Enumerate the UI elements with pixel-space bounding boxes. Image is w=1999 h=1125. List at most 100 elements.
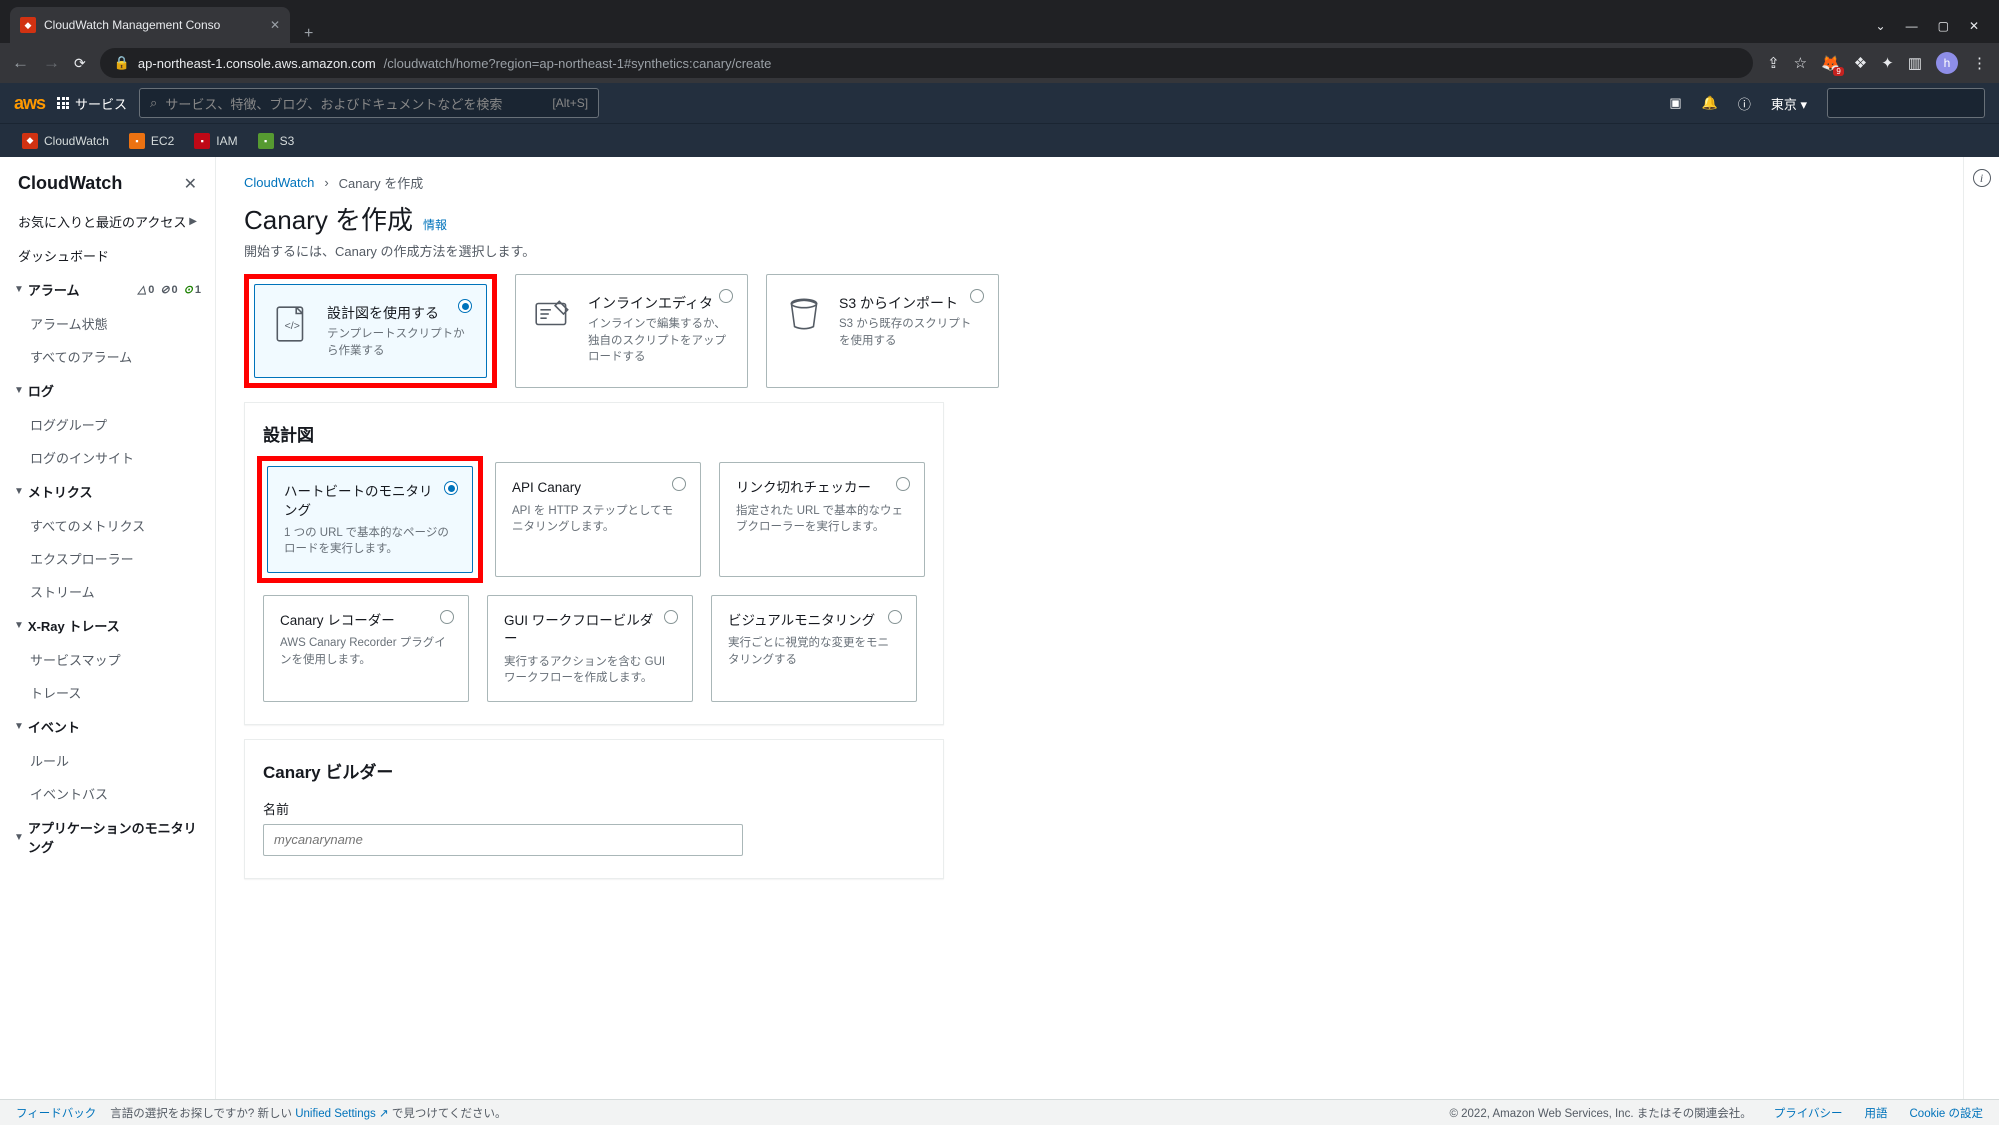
- sidebar-item-log-insights[interactable]: ログのインサイト: [0, 441, 215, 474]
- method-card-desc: S3 から既存のスクリプトを使用する: [839, 316, 980, 349]
- bp-card-recorder[interactable]: Canary レコーダー AWS Canary Recorder プラグインを使…: [263, 595, 469, 702]
- inline-editor-icon: [532, 293, 574, 335]
- aws-logo[interactable]: aws: [14, 93, 45, 114]
- sidebar-item-all-metrics[interactable]: すべてのメトリクス: [0, 509, 215, 542]
- profile-avatar[interactable]: h: [1936, 52, 1958, 74]
- extensions-puzzle-icon[interactable]: ✦: [1881, 54, 1894, 72]
- sidebar-item-log-groups[interactable]: ロググループ: [0, 408, 215, 441]
- fav-cloudwatch[interactable]: ◆CloudWatch: [14, 133, 117, 149]
- bp-desc: AWS Canary Recorder プラグインを使用します。: [280, 635, 452, 668]
- minimize-icon[interactable]: —: [1906, 19, 1918, 33]
- new-tab-button[interactable]: +: [290, 25, 327, 43]
- search-hint: [Alt+S]: [552, 96, 588, 110]
- bp-card-broken-link[interactable]: リンク切れチェッカー 指定された URL で基本的なウェブクローラーを実行します…: [719, 462, 925, 577]
- canary-builder-panel: Canary ビルダー 名前: [244, 739, 944, 879]
- tab-close-icon[interactable]: ✕: [270, 18, 280, 32]
- extension-firefox-icon[interactable]: 🦊9: [1821, 54, 1840, 72]
- notifications-icon[interactable]: 🔔: [1702, 95, 1718, 111]
- fav-ec2[interactable]: ▪EC2: [121, 133, 182, 149]
- forward-button[interactable]: →: [43, 53, 60, 73]
- bp-title: API Canary: [512, 479, 684, 497]
- help-icon[interactable]: ⓘ: [1738, 94, 1751, 113]
- terms-link[interactable]: 用語: [1865, 1105, 1888, 1121]
- bp-card-api[interactable]: API Canary API を HTTP ステップとしてモニタリングします。: [495, 462, 701, 577]
- sidebar-item-traces[interactable]: トレース: [0, 676, 215, 709]
- bp-title: ビジュアルモニタリング: [728, 612, 900, 630]
- fav-iam[interactable]: ▪IAM: [186, 133, 245, 149]
- sidebar-item-streams[interactable]: ストリーム: [0, 575, 215, 608]
- footer-lang-text: 言語の選択をお探しですか? 新しい Unified Settings ↗ で見つ…: [110, 1105, 506, 1121]
- fav-s3[interactable]: ▪S3: [250, 133, 303, 149]
- back-button[interactable]: ←: [12, 53, 29, 73]
- sidebar-item-dashboard[interactable]: ダッシュボード: [0, 239, 215, 272]
- close-window-icon[interactable]: ✕: [1969, 19, 1979, 33]
- blueprint-panel-title: 設計図: [263, 421, 925, 446]
- sidebar-section-metrics[interactable]: ▼メトリクス: [0, 474, 215, 509]
- extension-icon[interactable]: ❖: [1854, 54, 1867, 72]
- svg-text:</>: </>: [285, 320, 300, 332]
- breadcrumb-root[interactable]: CloudWatch: [244, 175, 314, 190]
- sidebar-item-explorer[interactable]: エクスプローラー: [0, 542, 215, 575]
- region-selector[interactable]: 東京 ▾: [1771, 94, 1807, 113]
- feedback-link[interactable]: フィードバック: [16, 1105, 96, 1121]
- reload-button[interactable]: ⟳: [74, 55, 86, 72]
- sidebar-item-event-bus[interactable]: イベントバス: [0, 777, 215, 810]
- footer: フィードバック 言語の選択をお探しですか? 新しい Unified Settin…: [0, 1099, 1999, 1125]
- browser-tabstrip: ◆ CloudWatch Management Conso ✕ + ⌄ — ▢ …: [0, 0, 1999, 43]
- info-link[interactable]: 情報: [423, 216, 447, 233]
- share-icon[interactable]: ⇪: [1767, 54, 1780, 72]
- aws-favorites-bar: ◆CloudWatch ▪EC2 ▪IAM ▪S3: [0, 123, 1999, 157]
- bp-card-heartbeat[interactable]: ハートビートのモニタリング 1 つの URL で基本的なページのロードを実行しま…: [267, 466, 473, 573]
- chevron-down-icon[interactable]: ⌄: [1876, 19, 1886, 33]
- address-bar[interactable]: 🔒 ap-northeast-1.console.aws.amazon.com/…: [100, 48, 1753, 78]
- sidebar-section-events[interactable]: ▼イベント: [0, 709, 215, 744]
- maximize-icon[interactable]: ▢: [1938, 19, 1949, 33]
- privacy-link[interactable]: プライバシー: [1774, 1105, 1843, 1121]
- method-card-inline[interactable]: インラインエディタ インラインで編集するか、独自のスクリプトをアップロードする: [515, 274, 748, 388]
- sidebar-close-icon[interactable]: ✕: [184, 174, 197, 194]
- aws-search[interactable]: ⌕ サービス、特徴、ブログ、およびドキュメントなどを検索 [Alt+S]: [139, 88, 599, 118]
- cookie-link[interactable]: Cookie の設定: [1910, 1105, 1984, 1121]
- method-card-blueprint[interactable]: </> 設計図を使用する テンプレートスクリプトから作業する: [254, 284, 487, 378]
- sidebar-section-appmon[interactable]: ▼アプリケーションのモニタリング: [0, 810, 215, 864]
- method-card-s3[interactable]: S3 からインポート S3 から既存のスクリプトを使用する: [766, 274, 999, 388]
- sidebar-item-all-alarms[interactable]: すべてのアラーム: [0, 340, 215, 373]
- bp-desc: API を HTTP ステップとしてモニタリングします。: [512, 503, 684, 536]
- sidebar-item-recent[interactable]: お気に入りと最近のアクセス ▶: [0, 204, 215, 239]
- chevron-right-icon: ›: [324, 175, 328, 190]
- sidebar-item-alarm-state[interactable]: アラーム状態: [0, 307, 215, 340]
- services-label: サービス: [75, 94, 127, 113]
- blueprint-doc-icon: </>: [271, 303, 313, 345]
- tab-title: CloudWatch Management Conso: [44, 18, 220, 32]
- browser-tab[interactable]: ◆ CloudWatch Management Conso ✕: [10, 7, 290, 43]
- cloudwatch-icon: ◆: [22, 133, 38, 149]
- chevron-right-icon: ▶: [189, 216, 197, 227]
- sidebar-item-rules[interactable]: ルール: [0, 744, 215, 777]
- star-icon[interactable]: ☆: [1794, 54, 1807, 72]
- side-panel-icon[interactable]: ▥: [1908, 54, 1922, 72]
- page-desc: 開始するには、Canary の作成方法を選択します。: [244, 241, 1935, 260]
- name-label: 名前: [263, 799, 925, 818]
- bp-card-gui-workflow[interactable]: GUI ワークフロービルダー 実行するアクションを含む GUI ワークフローを作…: [487, 595, 693, 702]
- breadcrumb: CloudWatch › Canary を作成: [244, 173, 1935, 192]
- canary-name-input[interactable]: [263, 824, 743, 856]
- sidebar-section-alarms[interactable]: ▼ アラーム 0 0 1: [0, 272, 215, 307]
- kebab-menu-icon[interactable]: ⋮: [1972, 54, 1987, 72]
- sidebar-item-service-map[interactable]: サービスマップ: [0, 643, 215, 676]
- sidebar-section-xray[interactable]: ▼X-Ray トレース: [0, 608, 215, 643]
- sidebar: CloudWatch ✕ お気に入りと最近のアクセス ▶ ダッシュボード ▼ ア…: [0, 157, 216, 1125]
- unified-settings-link[interactable]: Unified Settings ↗: [295, 1108, 388, 1120]
- breadcrumb-current: Canary を作成: [339, 173, 424, 192]
- bp-title: ハートビートのモニタリング: [284, 483, 456, 519]
- bp-card-visual-mon[interactable]: ビジュアルモニタリング 実行ごとに視覚的な変更をモニタリングする: [711, 595, 917, 702]
- lock-icon: 🔒: [114, 55, 130, 71]
- account-menu[interactable]: [1827, 88, 1985, 118]
- s3-icon: ▪: [258, 133, 274, 149]
- bp-desc: 1 つの URL で基本的なページのロードを実行します。: [284, 525, 456, 558]
- info-icon[interactable]: i: [1973, 169, 1991, 187]
- services-menu[interactable]: サービス: [57, 94, 127, 113]
- cloudshell-icon[interactable]: ▣: [1669, 95, 1681, 111]
- method-card-title: S3 からインポート: [839, 293, 980, 313]
- highlight-box-blueprint: ハートビートのモニタリング 1 つの URL で基本的なページのロードを実行しま…: [257, 456, 483, 583]
- sidebar-section-logs[interactable]: ▼ログ: [0, 373, 215, 408]
